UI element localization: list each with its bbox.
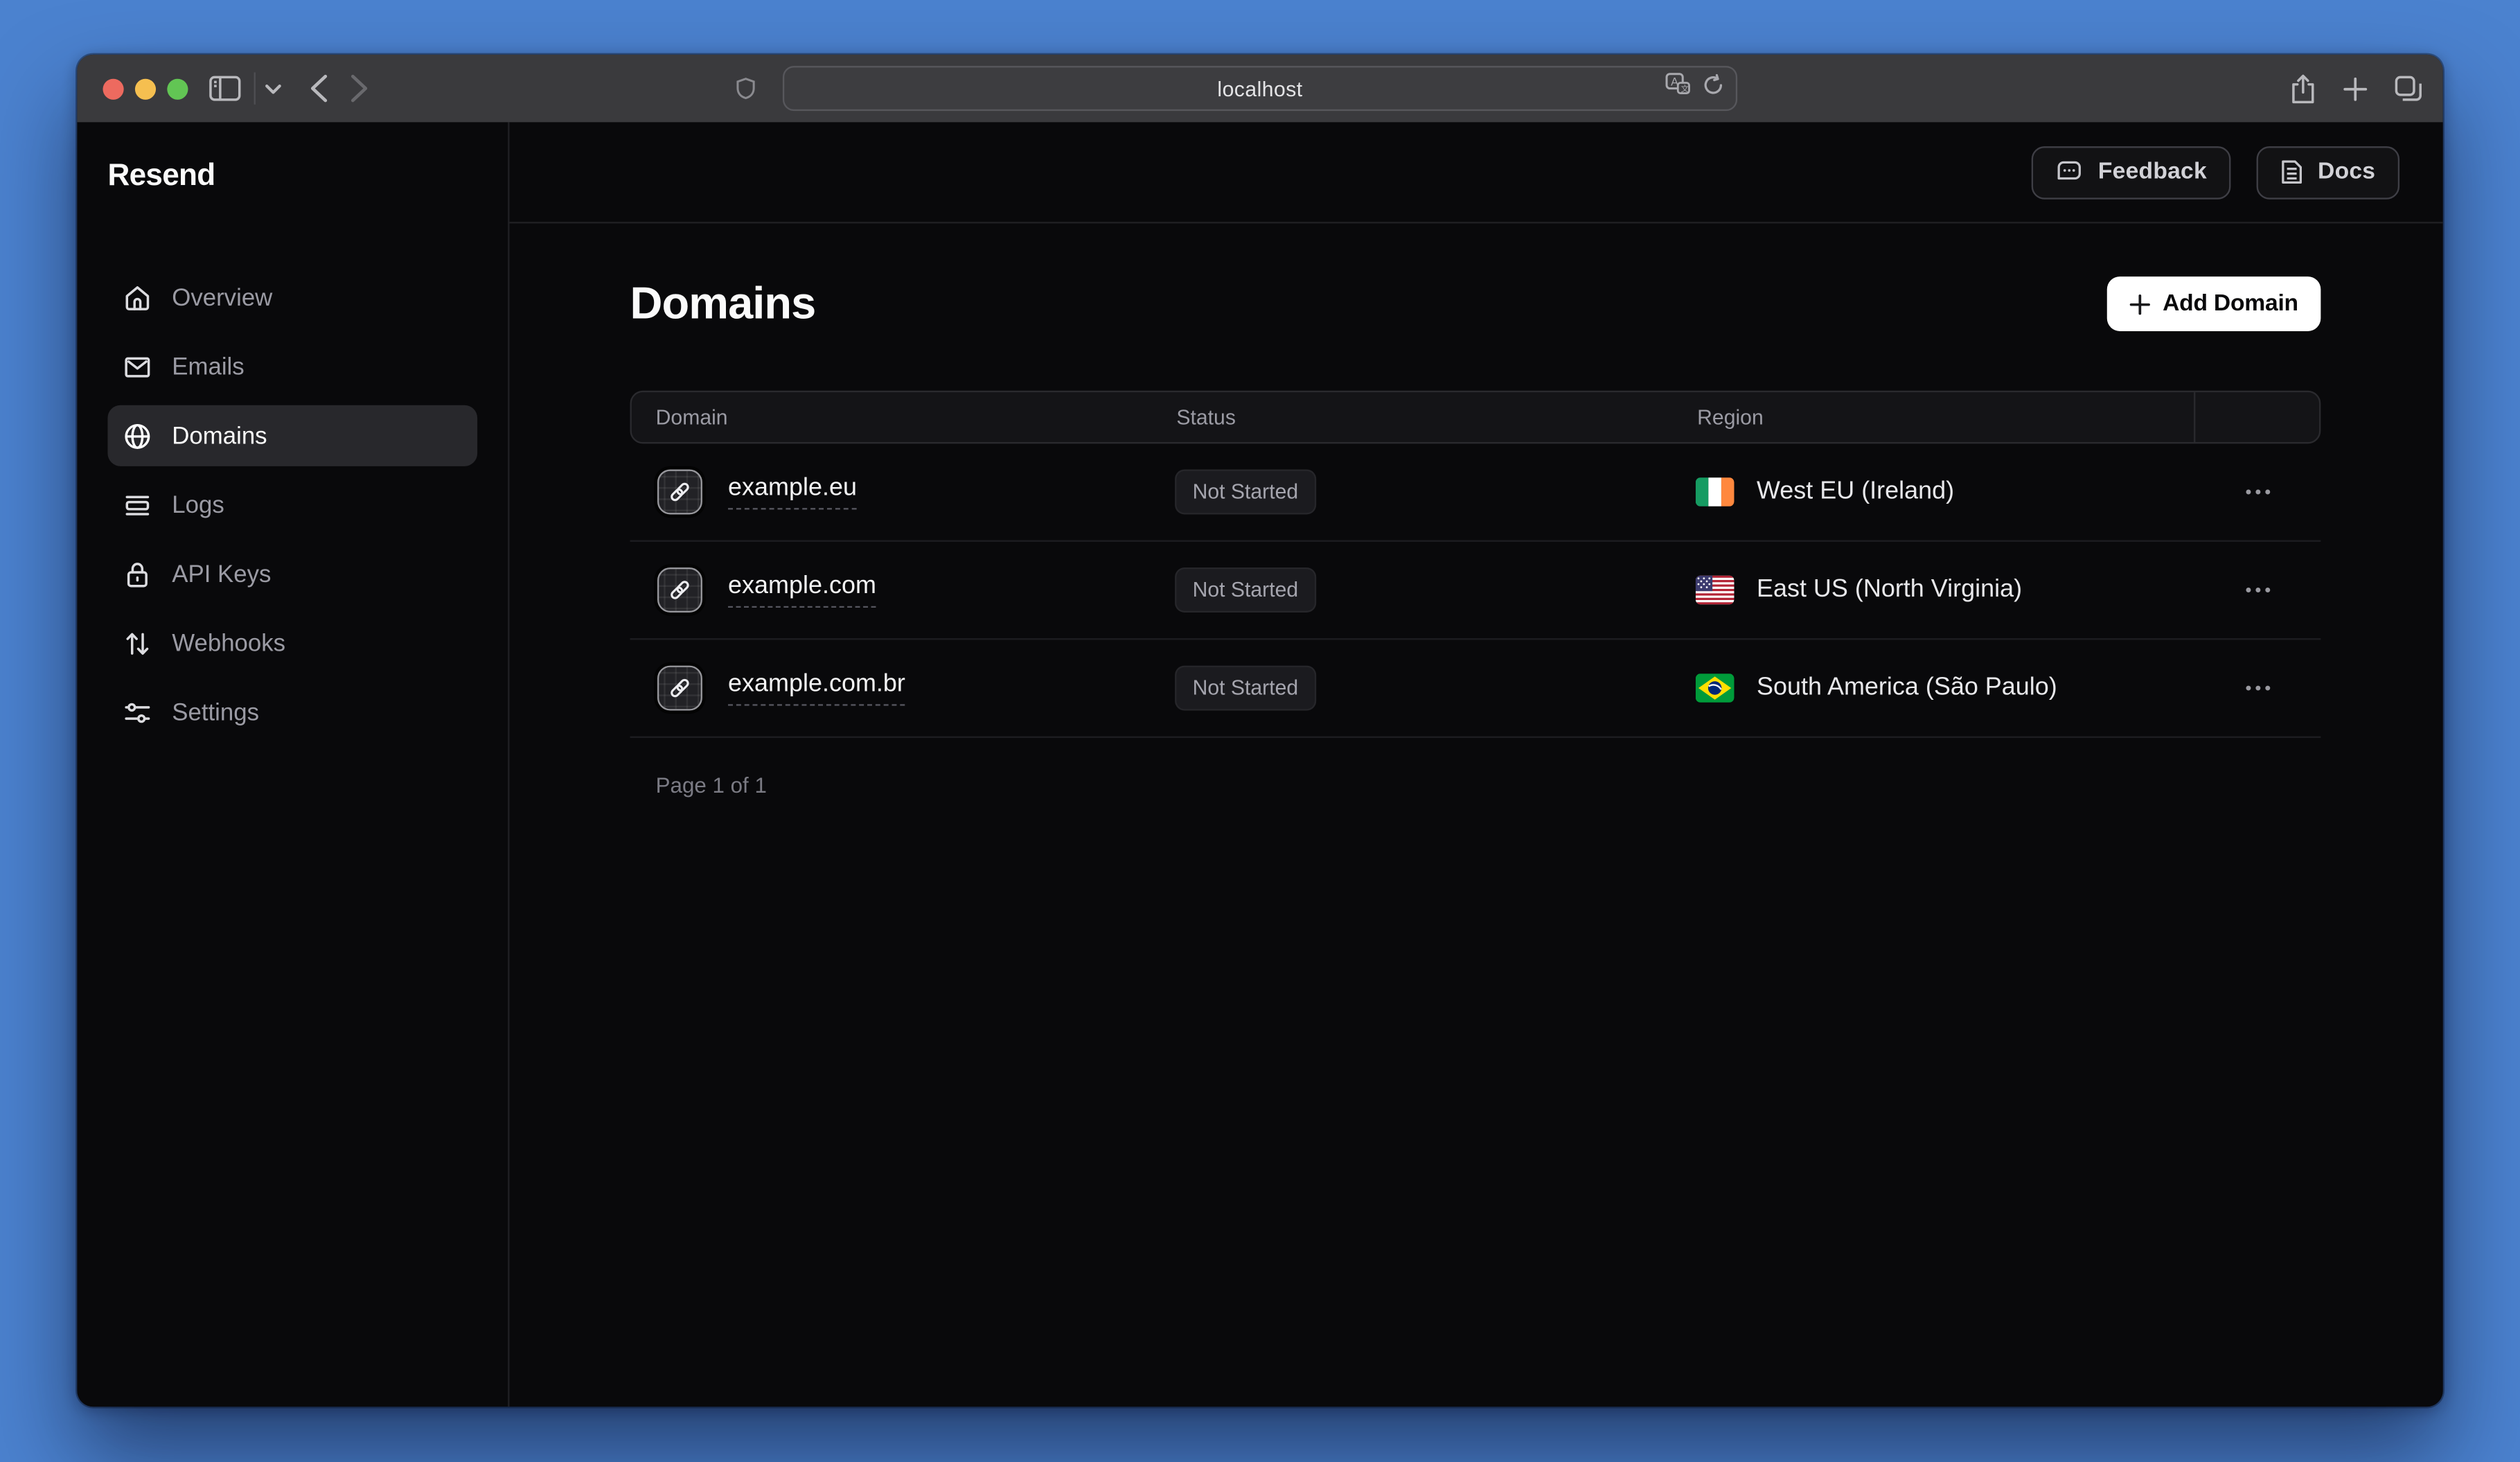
sidebar-item-label: Webhooks	[172, 629, 285, 656]
domain-link[interactable]: example.com.br	[728, 671, 905, 706]
row-actions-button[interactable]	[2235, 675, 2280, 701]
page-title: Domains	[630, 278, 816, 329]
sidebar-item-api-keys[interactable]: API Keys	[107, 543, 477, 604]
globe-icon	[124, 422, 151, 449]
sidebar-item-settings[interactable]: Settings	[107, 682, 477, 743]
new-tab-icon[interactable]	[2343, 76, 2368, 100]
docs-button[interactable]: Docs	[2257, 146, 2399, 199]
sidebar-item-label: Logs	[172, 491, 224, 518]
sidebar-item-label: Settings	[172, 698, 259, 725]
docs-label: Docs	[2318, 159, 2375, 185]
browser-window: localhost A 文	[77, 55, 2442, 1407]
content-area: Feedback Docs	[510, 122, 2443, 1407]
sidebar-nav: Overview Emails	[107, 267, 477, 743]
sidebar-item-webhooks[interactable]: Webhooks	[107, 613, 477, 673]
region-label: West EU (Ireland)	[1757, 477, 1954, 507]
region-label: East US (North Virginia)	[1757, 576, 2022, 605]
feedback-label: Feedback	[2098, 159, 2207, 185]
arrows-up-down-icon	[124, 629, 151, 656]
header-column-divider	[2194, 392, 2195, 442]
desktop-background: localhost A 文	[0, 0, 2520, 1461]
plus-icon	[2129, 293, 2149, 314]
ireland-flag-icon	[1696, 477, 1734, 507]
document-icon	[2281, 159, 2303, 185]
row-actions-button[interactable]	[2235, 479, 2280, 504]
sidebar-item-label: Overview	[172, 284, 272, 311]
lock-icon	[124, 561, 151, 588]
speech-bubble-icon	[2057, 159, 2084, 185]
column-header-domain: Domain	[632, 405, 1177, 430]
browser-titlebar: localhost A 文	[77, 55, 2442, 122]
add-domain-label: Add Domain	[2163, 291, 2298, 317]
sidebar-item-overview[interactable]: Overview	[107, 267, 477, 328]
table-row: example.com.br Not Started	[630, 640, 2321, 738]
region-label: South America (São Paulo)	[1757, 673, 2057, 703]
sidebar: Resend Overview	[77, 122, 509, 1407]
brazil-flag-icon	[1696, 673, 1734, 703]
domain-link[interactable]: example.com	[728, 572, 876, 608]
table-row: example.com Not Started	[630, 542, 2321, 640]
sidebar-item-label: Domains	[172, 422, 267, 449]
link-icon	[657, 567, 702, 613]
resend-logo: Resend	[107, 157, 477, 196]
address-text: localhost	[784, 76, 1736, 100]
feedback-button[interactable]: Feedback	[2032, 146, 2231, 199]
column-header-status: Status	[1176, 405, 1697, 430]
logs-icon	[124, 491, 151, 518]
status-badge: Not Started	[1175, 567, 1316, 613]
status-badge: Not Started	[1175, 666, 1316, 711]
tab-overview-icon[interactable]	[2395, 76, 2422, 101]
column-header-region: Region	[1697, 405, 2197, 430]
pagination-info: Page 1 of 1	[630, 773, 2321, 798]
row-actions-button[interactable]	[2235, 577, 2280, 603]
sliders-icon	[124, 698, 151, 725]
share-icon[interactable]	[2290, 73, 2316, 104]
add-domain-button[interactable]: Add Domain	[2106, 276, 2321, 331]
link-icon	[657, 469, 702, 514]
status-badge: Not Started	[1175, 469, 1316, 514]
content-topbar: Feedback Docs	[510, 122, 2443, 223]
sidebar-item-label: API Keys	[172, 561, 271, 588]
svg-text:文: 文	[1680, 84, 1689, 94]
link-icon	[657, 666, 702, 711]
table-row: example.eu Not Started	[630, 443, 2321, 542]
address-bar[interactable]: localhost A 文	[783, 66, 1737, 111]
sidebar-item-logs[interactable]: Logs	[107, 474, 477, 535]
mail-icon	[124, 353, 151, 380]
translate-icon[interactable]: A 文	[1665, 72, 1691, 104]
home-icon	[124, 284, 151, 311]
domains-page: Domains Add Domain Domain	[510, 224, 2443, 798]
sidebar-item-label: Emails	[172, 353, 244, 380]
sidebar-item-emails[interactable]: Emails	[107, 336, 477, 397]
domains-table: Domain Status Region	[630, 391, 2321, 738]
us-flag-icon	[1696, 576, 1734, 605]
table-header: Domain Status Region	[630, 391, 2321, 444]
sidebar-item-domains[interactable]: Domains	[107, 405, 477, 466]
resend-app: Resend Overview	[77, 122, 2442, 1407]
domain-link[interactable]: example.eu	[728, 474, 857, 509]
reload-icon[interactable]	[1702, 73, 1724, 104]
